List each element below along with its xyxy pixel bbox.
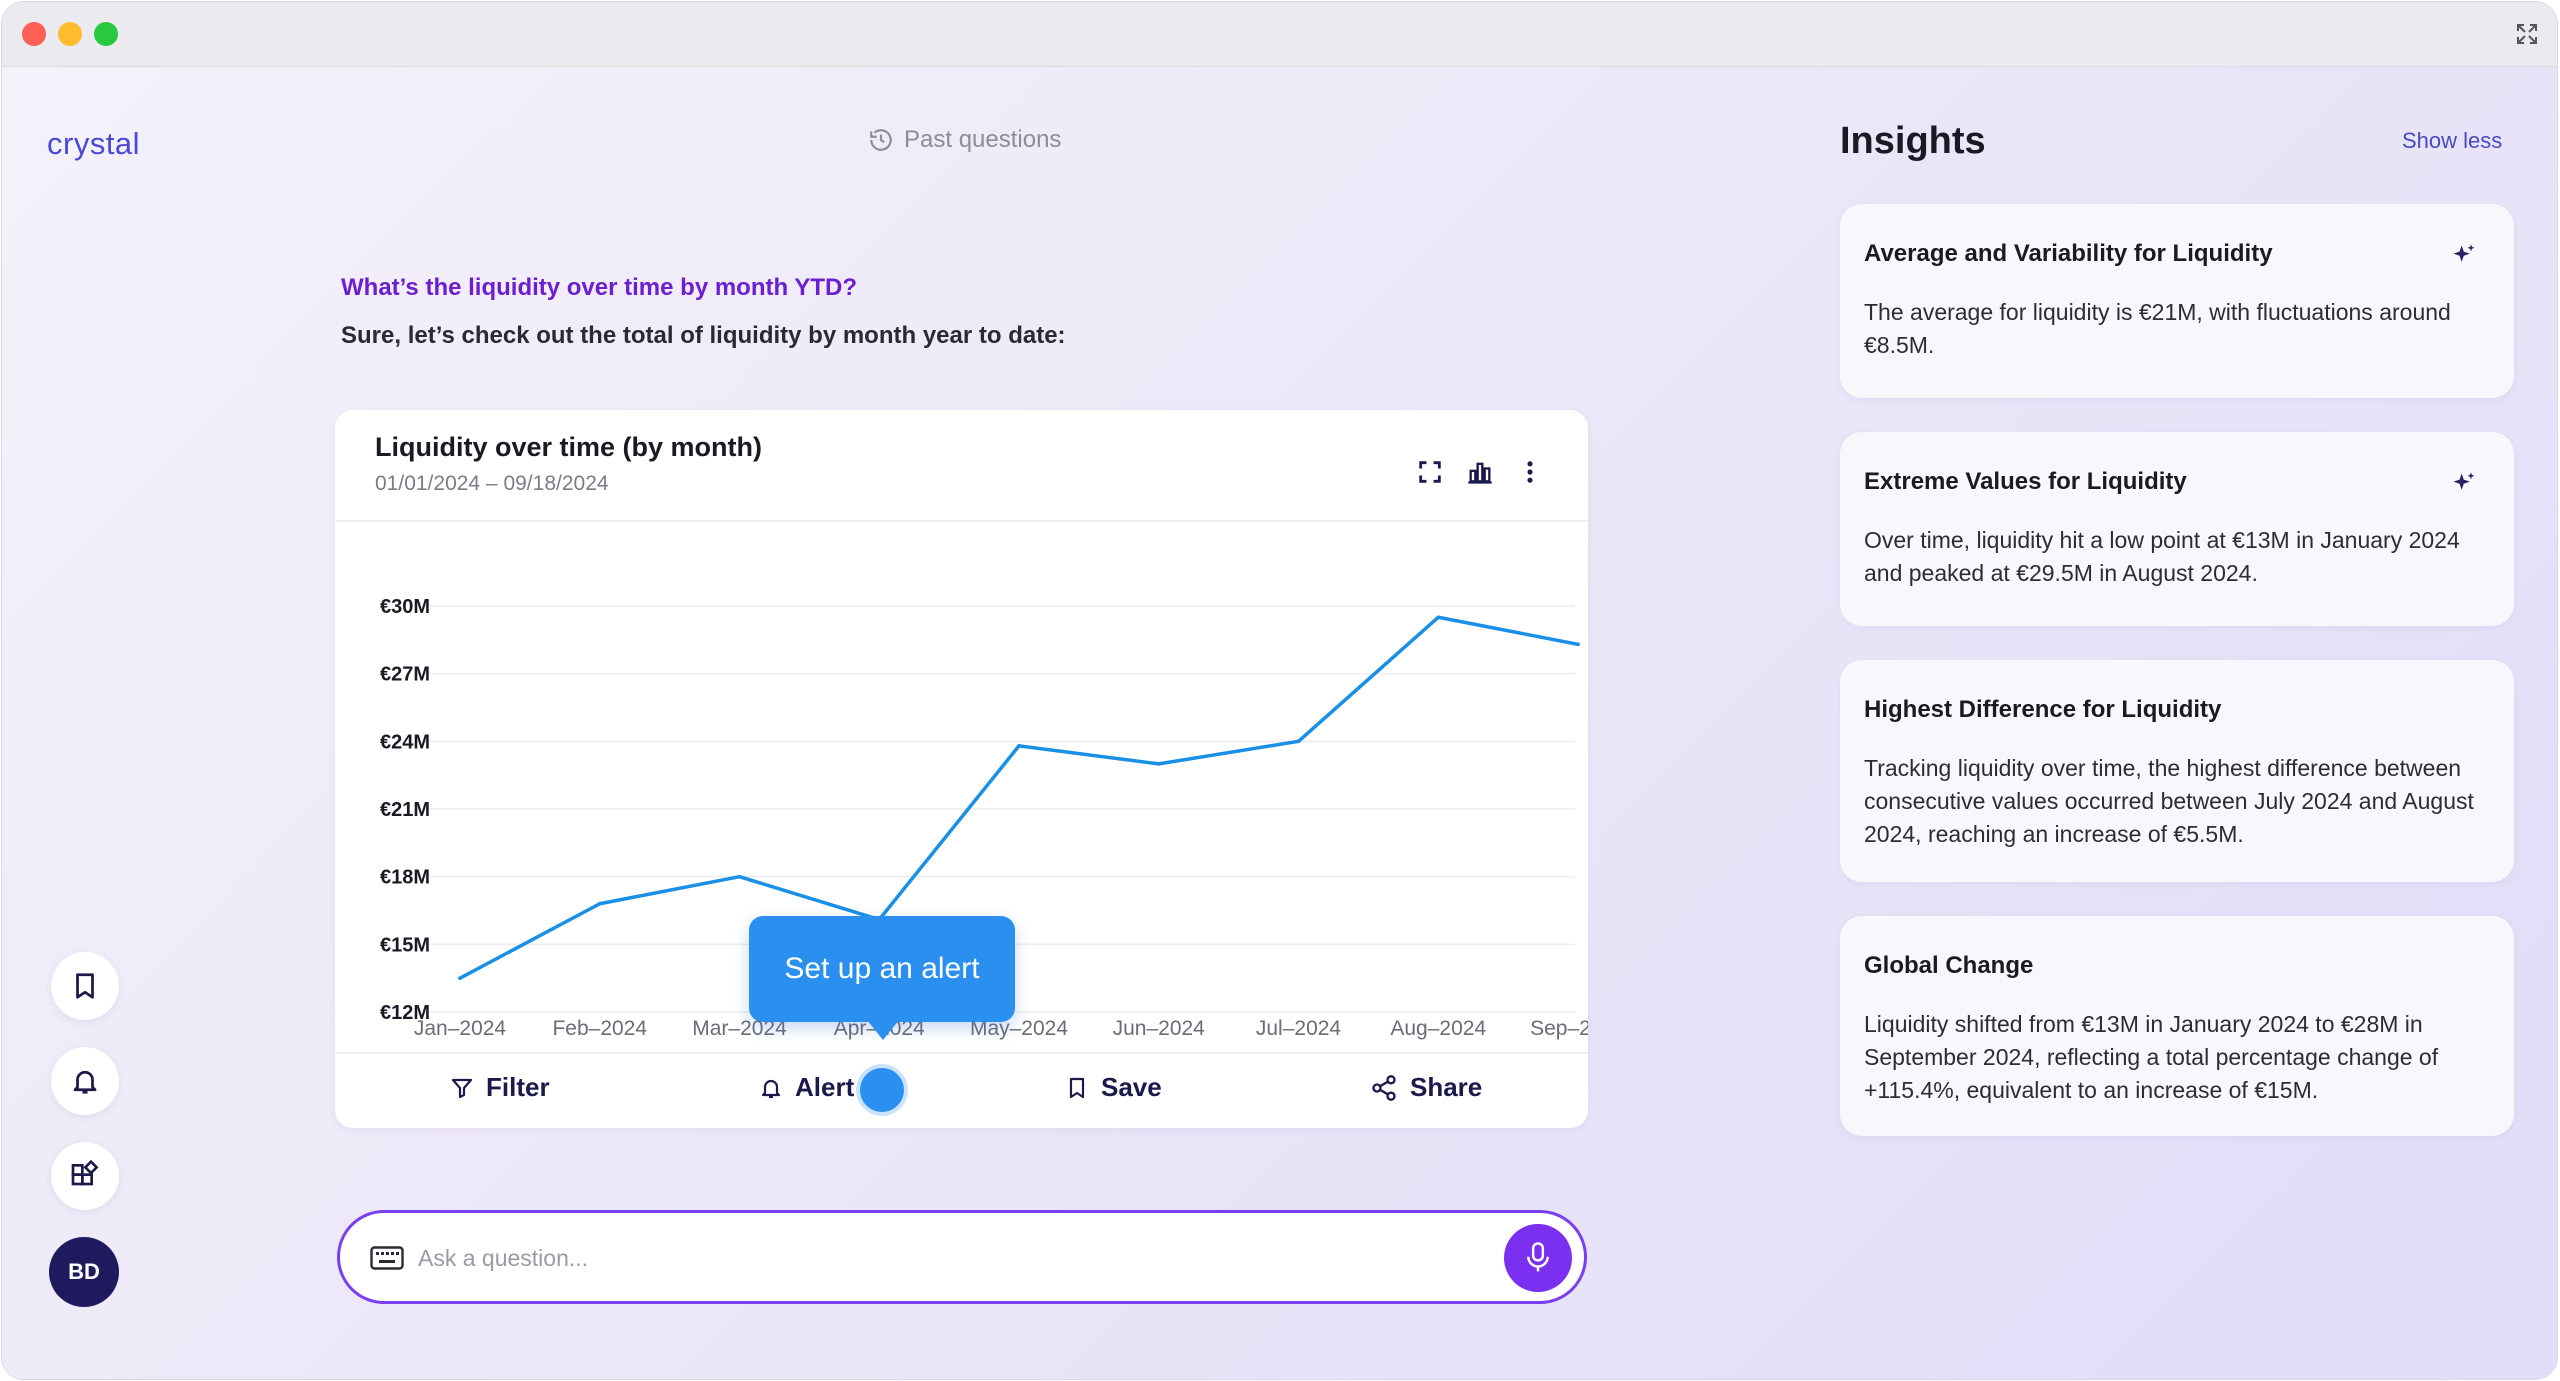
past-questions-link[interactable]: Past questions (868, 126, 1061, 154)
sparkle-icon (2453, 472, 2475, 490)
sparkle-icon (2453, 244, 2475, 262)
notifications-button[interactable] (51, 1047, 119, 1115)
minimize-window-button[interactable] (58, 22, 82, 46)
alert-label: Alert (795, 1072, 855, 1102)
widgets-icon (71, 1160, 99, 1186)
save-label: Save (1101, 1072, 1162, 1102)
series-line (458, 615, 1580, 980)
insight-title: Global Change (1864, 952, 2034, 979)
microphone-button[interactable] (1504, 1224, 1572, 1292)
past-questions-label: Past questions (904, 126, 1062, 153)
alert-hotspot-dot[interactable] (860, 1068, 904, 1112)
close-window-button[interactable] (22, 22, 46, 46)
bookmark-icon (1069, 1077, 1085, 1098)
data-point (597, 901, 602, 906)
user-avatar[interactable]: BD (49, 1237, 119, 1307)
y-tick-label: €18M (380, 867, 430, 889)
maximize-window-button[interactable] (94, 22, 118, 46)
share-icon (1372, 1074, 1396, 1101)
chart-toolbar (1416, 458, 1544, 486)
share-button[interactable]: Share (1370, 1072, 1482, 1103)
bell-icon (761, 1079, 781, 1098)
data-point (1436, 615, 1441, 620)
insights-title: Insights (1840, 120, 1986, 162)
apps-button[interactable] (51, 1142, 119, 1210)
share-label: Share (1410, 1072, 1483, 1102)
data-point (1017, 744, 1021, 748)
keyboard-icon[interactable] (370, 1246, 404, 1270)
assistant-answer: Sure, let’s check out the total of liqui… (341, 322, 1066, 349)
expand-icon[interactable] (1416, 458, 1444, 486)
history-icon (870, 129, 892, 151)
more-options-icon[interactable] (1516, 458, 1544, 486)
x-tick-label: Feb–2024 (552, 1017, 647, 1040)
y-tick-label: €21M (380, 799, 430, 821)
insight-title: Highest Difference for Liquidity (1864, 696, 2222, 723)
app-window: crystal Past questions What’s the liquid… (2, 2, 2557, 1379)
y-tick-label: €30M (380, 596, 430, 618)
insight-body: The average for liquidity is €21M, with … (1864, 299, 2451, 358)
x-tick-label: Jan–2024 (414, 1017, 507, 1040)
chart-actions: Filter Alert Save Share (335, 1052, 1588, 1128)
chart-type-icon[interactable] (1466, 458, 1494, 486)
chart-date-range: 01/01/2024 – 09/18/2024 (375, 472, 609, 495)
ask-bar (337, 1210, 1587, 1304)
ask-question-input[interactable] (416, 1231, 1420, 1285)
bell-icon (73, 1070, 97, 1094)
y-tick-label: €24M (380, 731, 430, 753)
x-tick-label: Aug–2024 (1390, 1017, 1486, 1040)
alert-button[interactable]: Alert (759, 1072, 854, 1103)
data-point (1156, 762, 1161, 766)
insight-card[interactable]: Highest Difference for Liquidity Trackin… (1840, 660, 2514, 882)
insight-card[interactable]: Average and Variability for Liquidity Th… (1840, 204, 2514, 398)
tooltip-text: Set up an alert (784, 952, 980, 985)
insight-body: Over time, liquidity hit a low point at … (1864, 527, 2460, 586)
y-tick-label: €27M (380, 664, 430, 686)
title-bar (2, 2, 2557, 67)
x-tick-label: Jul–2024 (1256, 1017, 1342, 1040)
saved-items-button[interactable] (51, 952, 119, 1020)
insight-card[interactable]: Global Change Liquidity shifted from €13… (1840, 916, 2514, 1136)
data-point (1576, 642, 1580, 647)
data-point (1296, 739, 1301, 744)
y-tick-label: €15M (380, 934, 430, 956)
microphone-icon (1527, 1242, 1549, 1272)
insight-body: Liquidity shifted from €13M in January 2… (1864, 1011, 2439, 1103)
app-logo: crystal (47, 126, 141, 161)
bookmark-icon (76, 973, 94, 999)
insight-title: Average and Variability for Liquidity (1864, 240, 2273, 267)
insight-body: Tracking liquidity over time, the highes… (1864, 755, 2474, 847)
data-point (737, 874, 742, 879)
filter-icon (451, 1078, 473, 1098)
chart-title: Liquidity over time (by month) (375, 432, 763, 462)
save-button[interactable]: Save (1065, 1072, 1162, 1103)
x-tick-label: Jun–2024 (1113, 1017, 1206, 1040)
fullscreen-icon[interactable] (2515, 22, 2539, 46)
show-less-link[interactable]: Show less (2402, 128, 2502, 154)
filter-label: Filter (486, 1072, 550, 1102)
insight-title: Extreme Values for Liquidity (1864, 468, 2187, 495)
user-question: What’s the liquidity over time by month … (341, 274, 858, 301)
setup-alert-tooltip[interactable]: Set up an alert (749, 916, 1015, 1040)
filter-button[interactable]: Filter (450, 1072, 550, 1103)
insight-card[interactable]: Extreme Values for Liquidity Over time, … (1840, 432, 2514, 626)
data-point (458, 976, 462, 980)
x-tick-label: Sep–2024 (1530, 1017, 1588, 1040)
